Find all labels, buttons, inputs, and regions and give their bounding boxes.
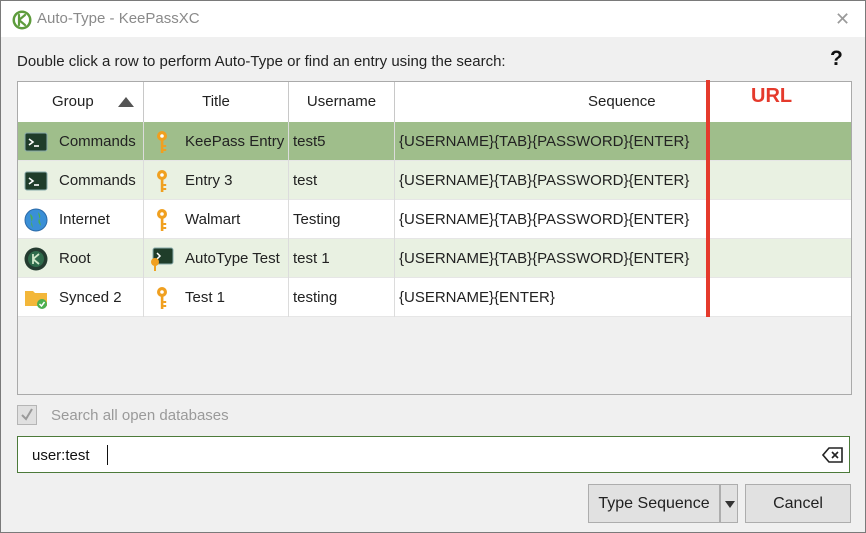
group-name: Synced 2 — [59, 289, 122, 306]
entry-title: KeePass Entry — [185, 133, 285, 150]
table-row[interactable]: Root AutoType Test test 1 {USERNAME}{TAB}{P… — [18, 239, 851, 278]
sequence-cell: {USERNAME}{TAB}{PASSWORD}{ENTER} — [399, 172, 690, 189]
title-cell: AutoType Test — [144, 239, 289, 278]
entry-title: Walmart — [185, 211, 241, 228]
folder-sync-icon — [24, 286, 48, 310]
group-name: Root — [59, 250, 91, 267]
search-input-value: user:test — [32, 447, 90, 464]
entry-title: AutoType Test — [185, 250, 280, 267]
title-cell: Entry 3 — [144, 161, 289, 200]
sequence-cell: {USERNAME}{ENTER} — [399, 289, 555, 306]
username-cell: test — [289, 161, 395, 200]
terminal-icon — [24, 169, 48, 193]
close-icon[interactable]: ✕ — [835, 10, 850, 28]
type-sequence-button[interactable]: Type Sequence — [588, 484, 720, 523]
entry-title: Entry 3 — [185, 172, 233, 189]
terminal-icon — [24, 130, 48, 154]
sequence-cell: {USERNAME}{TAB}{PASSWORD}{ENTER} — [399, 133, 690, 150]
group-name: Commands — [59, 133, 136, 150]
checkmark-icon — [21, 408, 33, 421]
group-name: Commands — [59, 172, 136, 189]
keepassxc-logo-icon — [12, 10, 32, 30]
username-cell: testing — [289, 278, 395, 317]
url-annotation-label: URL — [751, 85, 793, 107]
instructions-text: Double click a row to perform Auto-Type … — [17, 53, 506, 70]
globe-icon — [24, 208, 48, 232]
key-icon — [150, 286, 174, 310]
group-cell: Synced 2 — [18, 278, 144, 317]
search-input[interactable]: user:test — [17, 436, 850, 473]
username-cell: Testing — [289, 200, 395, 239]
text-caret — [107, 445, 108, 465]
table-row[interactable]: Synced 2 Test 1 testing {USERNAME}{ENTER} — [18, 278, 851, 317]
title-cell: Test 1 — [144, 278, 289, 317]
title-cell: Walmart — [144, 200, 289, 239]
help-icon[interactable]: ? — [830, 47, 843, 71]
sequence-cell: {USERNAME}{TAB}{PASSWORD}{ENTER} — [399, 250, 690, 267]
table-row[interactable]: Commands Entry 3 test {USERNAME}{TAB}{PASSW… — [18, 161, 851, 200]
key-icon — [150, 130, 174, 154]
username-cell: test 1 — [289, 239, 395, 278]
url-annotation-line — [706, 80, 710, 317]
username-cell: test5 — [289, 122, 395, 161]
terminal-key-icon — [150, 247, 174, 271]
sort-ascending-icon — [118, 97, 134, 107]
autotype-dialog: Auto-Type - KeePassXC ✕ Double click a r… — [0, 0, 866, 533]
window-title: Auto-Type - KeePassXC — [37, 10, 200, 27]
keepassxc-icon — [24, 247, 48, 271]
key-icon — [150, 208, 174, 232]
group-cell: Internet — [18, 200, 144, 239]
group-cell: Commands — [18, 122, 144, 161]
title-bar: Auto-Type - KeePassXC ✕ — [1, 1, 865, 37]
search-all-label: Search all open databases — [51, 407, 229, 424]
entry-title: Test 1 — [185, 289, 226, 306]
group-cell: Commands — [18, 161, 144, 200]
chevron-down-icon — [725, 501, 735, 508]
type-sequence-dropdown-button[interactable] — [720, 484, 738, 523]
table-row[interactable]: Commands KeePass Entry test5 {USERNAME}{TAB… — [18, 122, 851, 161]
cancel-button[interactable]: Cancel — [745, 484, 851, 523]
title-cell: KeePass Entry — [144, 122, 289, 161]
group-name: Internet — [59, 211, 110, 228]
column-header-title[interactable]: Title — [144, 82, 289, 122]
sequence-cell: {USERNAME}{TAB}{PASSWORD}{ENTER} — [399, 211, 690, 228]
table-header: Group Title Username Sequence — [18, 82, 851, 123]
table-row[interactable]: Internet Walmart Testing {USERNAME}{TAB}{PA… — [18, 200, 851, 239]
key-icon — [150, 169, 174, 193]
search-all-checkbox[interactable] — [17, 405, 37, 425]
column-header-username[interactable]: Username — [289, 82, 395, 122]
entries-table[interactable]: Group Title Username Sequence Commands Ke… — [17, 81, 852, 395]
group-cell: Root — [18, 239, 144, 278]
column-header-group[interactable]: Group — [18, 82, 144, 122]
clear-search-icon[interactable] — [822, 447, 844, 463]
